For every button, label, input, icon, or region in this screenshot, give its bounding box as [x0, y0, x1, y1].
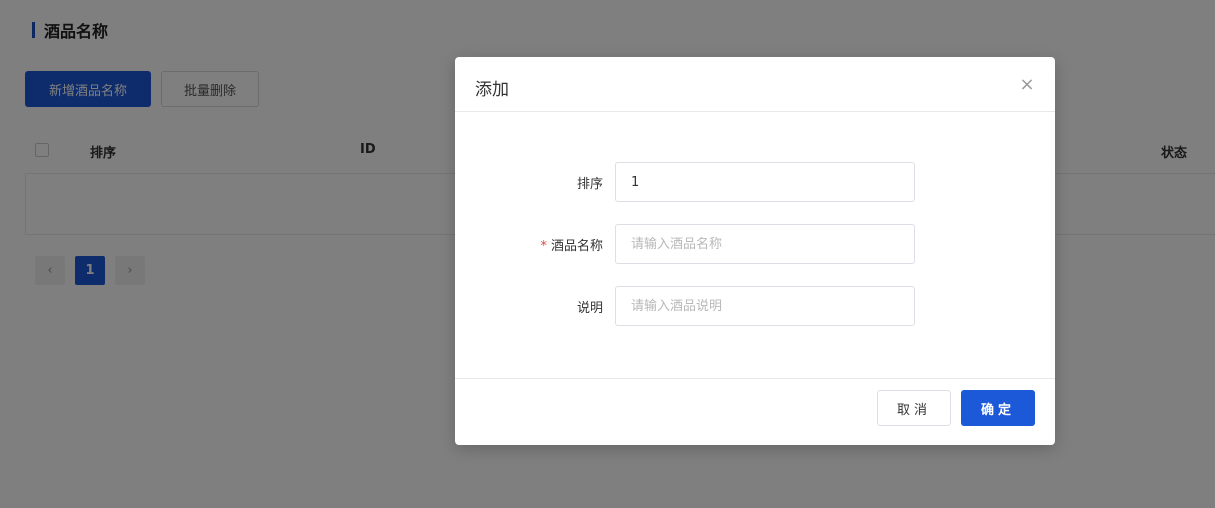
- dialog-title: 添加: [475, 80, 509, 100]
- description-input[interactable]: [615, 286, 915, 326]
- form-row-wine-name: * 酒品名称: [455, 224, 1055, 264]
- cancel-button[interactable]: 取消: [877, 390, 951, 426]
- wine-name-label: * 酒品名称: [540, 235, 603, 254]
- dialog-footer: 取消 确定: [455, 378, 1055, 445]
- description-label-text: 说明: [576, 301, 603, 316]
- sort-input[interactable]: [615, 162, 915, 202]
- description-label: 说明: [577, 297, 603, 316]
- form-row-description: 说明: [455, 286, 1055, 326]
- wine-name-label-text: 酒品名称: [550, 239, 603, 254]
- confirm-button[interactable]: 确定: [961, 390, 1035, 426]
- form-row-sort: 排序: [455, 162, 1055, 202]
- add-dialog: 添加 × 排序 *酒品名称 说明 取消 确定: [455, 57, 1055, 445]
- required-asterisk: *: [540, 239, 547, 254]
- close-icon[interactable]: ×: [1019, 76, 1035, 94]
- sort-label-text: 排序: [576, 177, 603, 192]
- sort-label: 排序: [577, 173, 603, 192]
- wine-name-input[interactable]: [615, 224, 915, 264]
- dialog-header: 添加 ×: [455, 57, 1055, 112]
